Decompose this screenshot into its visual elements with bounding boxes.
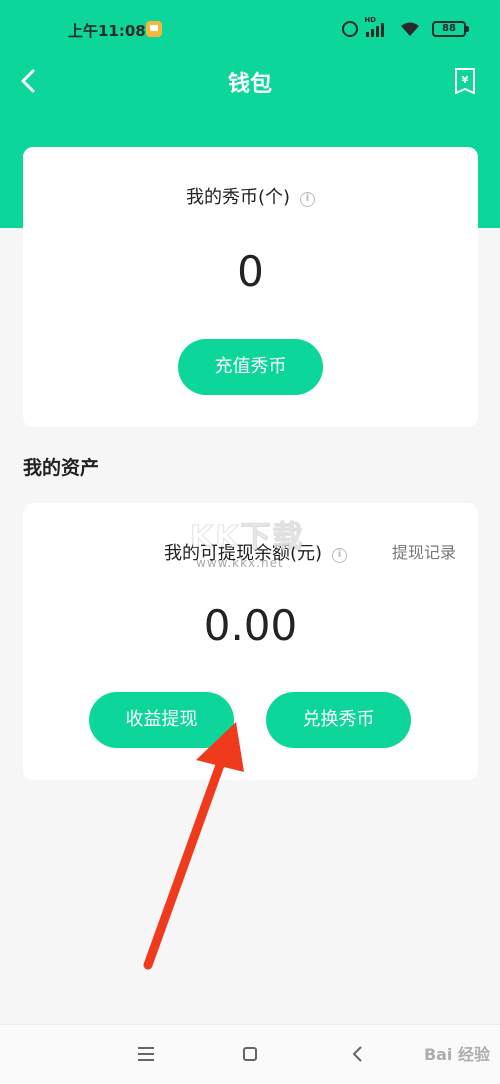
- menu-icon[interactable]: [138, 1047, 154, 1061]
- coin-balance: 0: [237, 247, 264, 296]
- withdraw-earnings-button[interactable]: 收益提现: [89, 692, 234, 748]
- coin-title-row: 我的秀币(个) i: [23, 183, 478, 209]
- recharge-button[interactable]: 充值秀币: [178, 339, 323, 395]
- signal-icon: [366, 21, 386, 37]
- balance-title: 我的可提现余额(元): [164, 543, 323, 564]
- alarm-icon: [342, 21, 358, 37]
- app-header: 钱包 ¥: [0, 56, 500, 108]
- status-bar: 上午11:08 HD 88: [0, 0, 500, 60]
- notification-icon: [146, 21, 162, 37]
- baidu-watermark: Bai 经验: [423, 1045, 490, 1064]
- battery-icon: 88: [432, 21, 469, 37]
- wifi-icon: [401, 22, 419, 36]
- back-icon[interactable]: [350, 1045, 364, 1063]
- status-time: 上午11:08: [68, 22, 146, 40]
- coin-title: 我的秀币(个): [185, 187, 291, 208]
- yuan-bill-icon[interactable]: ¥: [454, 68, 476, 94]
- withdraw-record-link[interactable]: 提现记录: [392, 539, 456, 563]
- asset-card: 我的可提现余额(元) i 提现记录 0.00 收益提现 兑换秀币: [23, 503, 478, 780]
- info-icon[interactable]: i: [300, 192, 316, 207]
- exchange-coins-button[interactable]: 兑换秀币: [266, 692, 411, 748]
- coin-card: 我的秀币(个) i 0 充值秀币: [23, 147, 478, 427]
- page-title: 钱包: [227, 72, 272, 97]
- svg-text:¥: ¥: [462, 75, 469, 86]
- system-nav-bar: Bai 经验: [0, 1024, 500, 1084]
- home-icon[interactable]: [243, 1047, 257, 1061]
- balance-title-row: 我的可提现余额(元) i: [164, 539, 348, 565]
- withdrawable-balance: 0.00: [203, 601, 298, 650]
- assets-section-title: 我的资产: [23, 457, 100, 479]
- info-icon[interactable]: i: [332, 548, 348, 563]
